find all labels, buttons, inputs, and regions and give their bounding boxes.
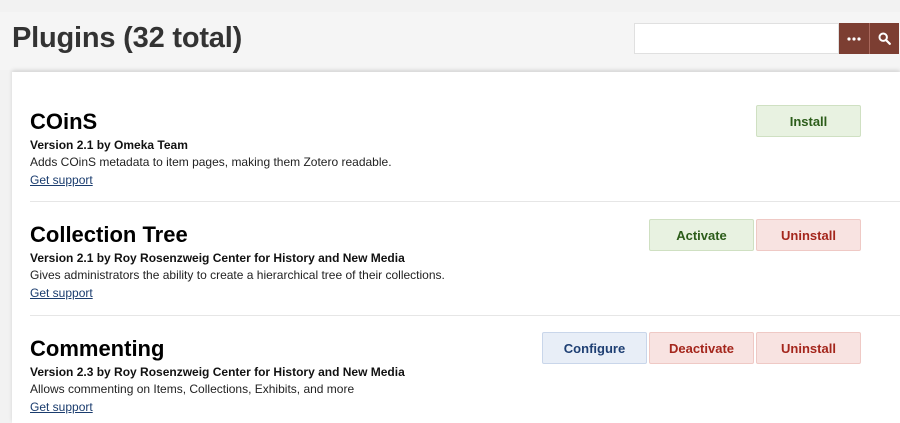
get-support-link[interactable]: Get support [30,285,93,302]
plugin-description: Allows commenting on Items, Collections,… [30,382,355,396]
deactivate-button[interactable]: Deactivate [649,332,754,364]
search-input[interactable] [634,23,839,54]
plugin-version: Version 2.1 by Roy Rosenzweig Center for… [30,251,405,265]
search-button[interactable] [869,23,899,54]
uninstall-button[interactable]: Uninstall [756,219,861,251]
plugin-description: Adds COinS metadata to item pages, makin… [30,155,392,169]
search-options-button[interactable] [839,23,869,54]
install-button[interactable]: Install [756,105,861,137]
ellipsis-icon [847,36,861,41]
page-title: Plugins (32 total) [12,22,243,54]
activate-button[interactable]: Activate [649,219,754,251]
plugins-panel: COinS Version 2.1 by Omeka Team Adds COi… [12,72,900,423]
search-icon [878,32,891,45]
plugin-version: Version 2.1 by Omeka Team [30,138,188,152]
configure-button[interactable]: Configure [542,332,647,364]
divider [30,201,900,202]
uninstall-button[interactable]: Uninstall [756,332,861,364]
get-support-link[interactable]: Get support [30,399,93,416]
get-support-link[interactable]: Get support [30,172,93,189]
search-bar [634,23,899,54]
plugin-description: Gives administrators the ability to crea… [30,268,445,282]
plugin-version: Version 2.3 by Roy Rosenzweig Center for… [30,365,405,379]
divider [30,315,900,316]
